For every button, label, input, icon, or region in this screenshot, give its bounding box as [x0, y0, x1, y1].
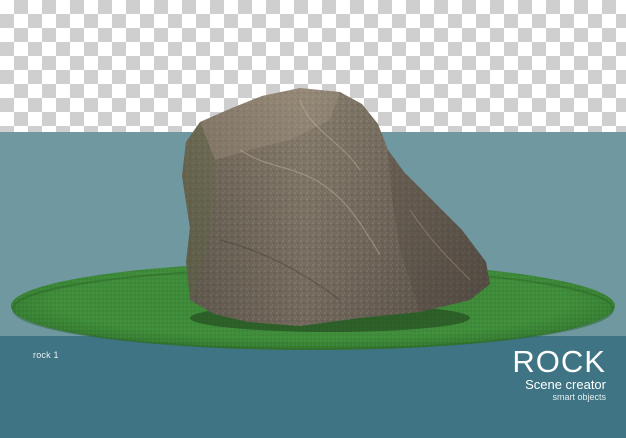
scene-subtitle: Scene creator [525, 377, 606, 392]
scene-caption: smart objects [552, 392, 606, 402]
title-block: ROCK Scene creator smart objects [512, 346, 606, 403]
scene-title: ROCK [512, 344, 606, 379]
scene-canvas: rock 1 ROCK Scene creator smart objects [0, 0, 626, 438]
item-label: rock 1 [33, 350, 59, 360]
rock-boulder [182, 88, 490, 332]
